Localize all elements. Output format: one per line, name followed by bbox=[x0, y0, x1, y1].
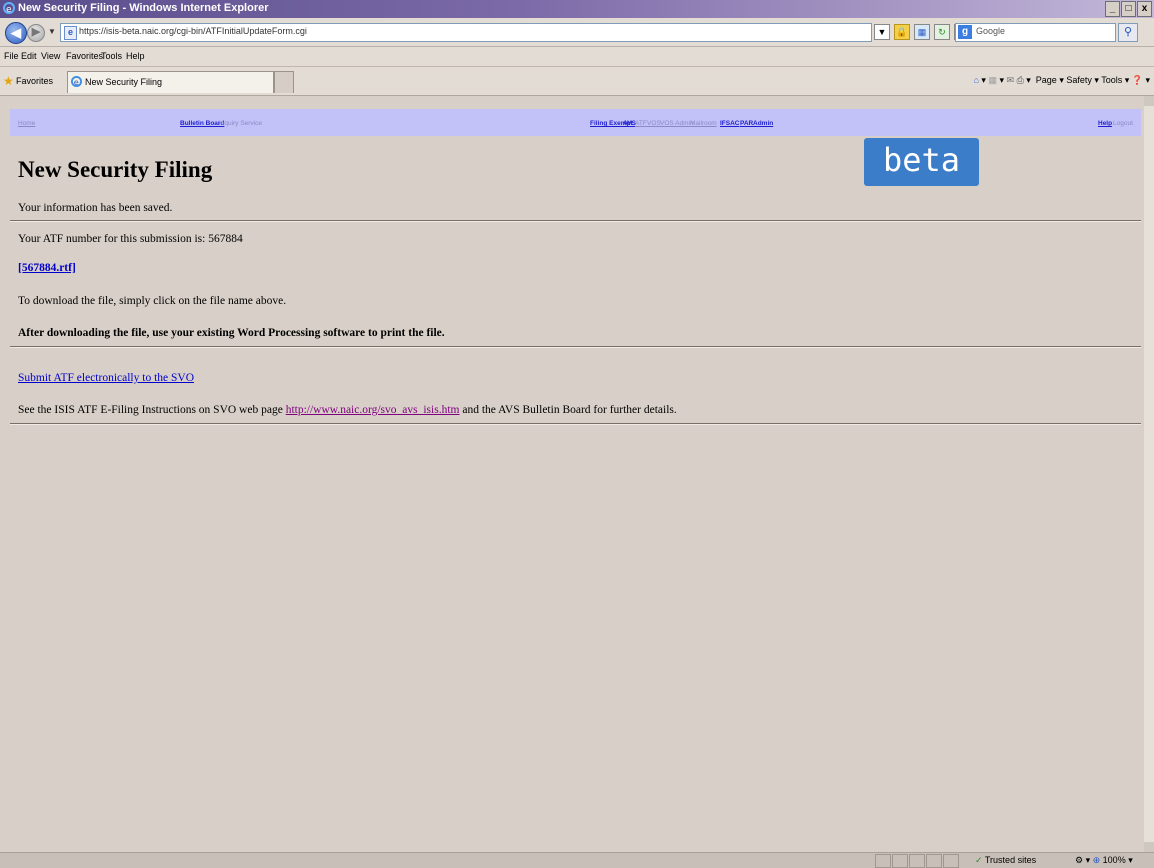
menu-bar: File Edit View Favorites Tools Help bbox=[0, 47, 1154, 67]
status-segment bbox=[875, 854, 891, 868]
saved-message: Your information has been saved. bbox=[18, 202, 173, 214]
nav-vos-admin[interactable]: VOS Admin bbox=[660, 120, 694, 127]
instructions-line: See the ISIS ATF E-Filing Instructions o… bbox=[18, 404, 677, 416]
address-bar: ◀ ▶ ▼ e https://isis-beta.naic.org/cgi-b… bbox=[0, 18, 1154, 47]
nav-ifsac[interactable]: IFSAC bbox=[720, 120, 740, 127]
url-dropdown-icon[interactable]: ▼ bbox=[874, 24, 890, 40]
divider bbox=[10, 220, 1141, 222]
url-input[interactable]: e https://isis-beta.naic.org/cgi-bin/ATF… bbox=[60, 23, 872, 42]
svg-text:e: e bbox=[6, 5, 12, 14]
page-content bbox=[10, 96, 1144, 852]
favorites-bar: ★ Favorites e New Security Filing ⌂ ▾ ▦ … bbox=[0, 67, 1154, 96]
search-placeholder: Google bbox=[976, 26, 1006, 36]
submit-electronically-link[interactable]: Submit ATF electronically to the SVO bbox=[18, 372, 194, 384]
zoom-level: 100% bbox=[1102, 855, 1126, 865]
status-segment bbox=[926, 854, 942, 868]
nav-bulletin-board[interactable]: Bulletin Board bbox=[180, 120, 224, 127]
atf-number-message: Your ATF number for this submission is: … bbox=[18, 233, 243, 245]
minimize-button[interactable]: _ bbox=[1105, 1, 1120, 17]
download-instructions: To download the file, simply click on th… bbox=[18, 295, 287, 307]
ie-logo-icon: e bbox=[3, 2, 15, 14]
forward-button[interactable]: ▶ bbox=[27, 24, 45, 42]
menu-file[interactable]: File bbox=[4, 51, 19, 61]
tab-title: New Security Filing bbox=[85, 77, 163, 87]
beta-badge: beta bbox=[864, 138, 979, 186]
print-instructions: After downloading the file, use your exi… bbox=[18, 327, 445, 339]
search-icon: ⚲ bbox=[1123, 26, 1133, 38]
maximize-button[interactable]: □ bbox=[1121, 1, 1136, 17]
svg-text:e: e bbox=[74, 77, 79, 87]
instructions-suffix: and the AVS Bulletin Board for further d… bbox=[462, 404, 677, 416]
scroll-up-button[interactable] bbox=[1144, 96, 1154, 106]
protected-mode-icon: ⚙ bbox=[1075, 855, 1084, 865]
ie-page-icon: e bbox=[71, 76, 82, 87]
zoom-icon: ⊕ bbox=[1092, 855, 1101, 865]
menu-edit[interactable]: Edit bbox=[21, 51, 37, 61]
nav-logout[interactable]: Logout bbox=[1113, 120, 1133, 127]
menu-view[interactable]: View bbox=[41, 51, 60, 61]
back-button[interactable]: ◀ bbox=[5, 22, 27, 44]
nav-home[interactable]: Home bbox=[18, 120, 35, 127]
status-segment bbox=[943, 854, 959, 868]
close-button[interactable]: x bbox=[1137, 1, 1152, 17]
mail-icon[interactable]: ✉ bbox=[1007, 75, 1015, 85]
home-icon[interactable]: ⌂ bbox=[973, 75, 978, 85]
beta-badge-label: beta bbox=[882, 141, 961, 179]
title-bar: e New Security Filing - Windows Internet… bbox=[0, 0, 1154, 18]
submit-link-wrapper: Submit ATF electronically to the SVO bbox=[18, 372, 194, 384]
favorites-button[interactable]: Favorites bbox=[16, 76, 53, 86]
search-button[interactable]: ⚲ bbox=[1118, 23, 1138, 42]
scroll-down-button[interactable] bbox=[1144, 842, 1154, 852]
nav-admin[interactable]: Admin bbox=[753, 120, 773, 127]
page-icon: e bbox=[64, 26, 77, 40]
vertical-scrollbar[interactable] bbox=[1144, 96, 1154, 852]
help-icon[interactable]: ❓ bbox=[1132, 75, 1143, 85]
url-text: https://isis-beta.naic.org/cgi-bin/ATFIn… bbox=[79, 26, 307, 36]
nav-par[interactable]: PAR bbox=[740, 120, 753, 127]
divider bbox=[10, 346, 1141, 348]
security-zone-label: Trusted sites bbox=[984, 855, 1037, 865]
command-bar[interactable]: ⌂ ▾ ▦ ▾ ✉ ⎙ ▾ Page ▾ Safety ▾ Tools ▾ ❓ … bbox=[973, 75, 1150, 86]
nav-avs[interactable]: AVS bbox=[623, 120, 636, 127]
window-title: New Security Filing - Windows Internet E… bbox=[18, 2, 269, 14]
file-download-link[interactable]: [567884.rtf] bbox=[18, 262, 76, 274]
menu-favorites[interactable]: Favorites bbox=[66, 51, 103, 61]
lock-icon[interactable]: 🔒 bbox=[894, 24, 910, 40]
status-segment bbox=[892, 854, 908, 868]
nav-help[interactable]: Help bbox=[1098, 120, 1112, 127]
tab-new-security-filing[interactable]: e New Security Filing bbox=[67, 71, 274, 93]
feeds-icon[interactable]: ▦ bbox=[988, 75, 997, 85]
compatibility-icon[interactable]: ▦ bbox=[914, 24, 930, 40]
menu-help[interactable]: Help bbox=[126, 51, 145, 61]
page-title: New Security Filing bbox=[18, 157, 213, 182]
security-zone[interactable]: ✓ Trusted sites bbox=[975, 855, 1036, 866]
nav-atf[interactable]: ATF bbox=[635, 120, 647, 127]
new-tab-button[interactable] bbox=[274, 71, 294, 93]
menu-tools[interactable]: Tools bbox=[101, 51, 122, 61]
command-menus[interactable]: Page ▾ Safety ▾ Tools ▾ bbox=[1036, 75, 1129, 85]
recent-pages-dropdown[interactable]: ▼ bbox=[48, 27, 56, 36]
google-icon: g bbox=[958, 25, 972, 39]
favorites-star-icon: ★ bbox=[3, 74, 14, 88]
zoom-control[interactable]: ⚙ ▾ ⊕ 100% ▾ bbox=[1075, 855, 1133, 866]
file-link-wrapper: [567884.rtf] bbox=[18, 262, 76, 274]
svo-instructions-link[interactable]: http://www.naic.org/svo_avs_isis.htm bbox=[286, 404, 460, 416]
back-arrow-icon: ◀ bbox=[11, 25, 21, 40]
forward-arrow-icon: ▶ bbox=[31, 26, 41, 38]
search-input[interactable]: g Google bbox=[955, 23, 1116, 42]
status-bar: ✓ Trusted sites ⚙ ▾ ⊕ 100% ▾ bbox=[0, 852, 1154, 868]
refresh-icon[interactable]: ↻ bbox=[934, 24, 950, 40]
window-controls: _ □ x bbox=[1105, 1, 1152, 17]
site-nav: Home Bulletin Board Inquiry Service Fili… bbox=[10, 109, 1141, 136]
divider bbox=[10, 423, 1141, 425]
print-icon[interactable]: ⎙ bbox=[1017, 75, 1024, 85]
nav-mailroom[interactable]: Mailroom bbox=[690, 120, 717, 127]
trusted-sites-icon: ✓ bbox=[975, 855, 983, 865]
nav-inquiry-service[interactable]: Inquiry Service bbox=[219, 120, 262, 127]
instructions-prefix: See the ISIS ATF E-Filing Instructions o… bbox=[18, 404, 283, 416]
nav-vos[interactable]: VOS bbox=[647, 120, 661, 127]
status-segment bbox=[909, 854, 925, 868]
